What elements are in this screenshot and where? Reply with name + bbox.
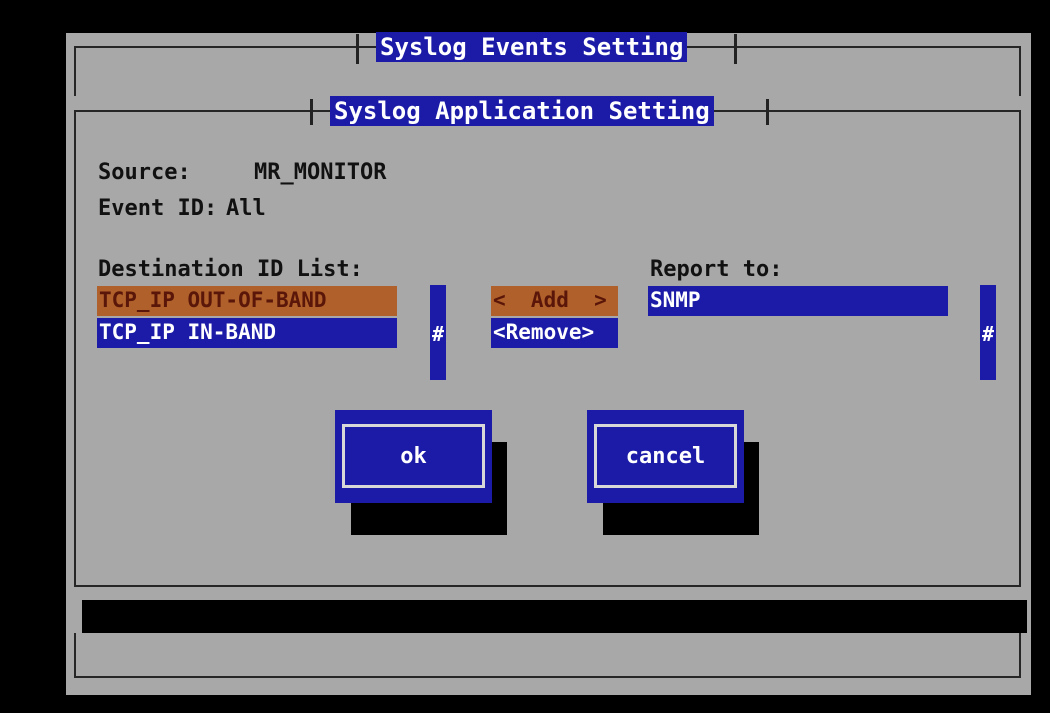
- event-id-label: Event ID:: [98, 196, 218, 221]
- outer-frame-left: [74, 46, 76, 96]
- outer-title: Syslog Events Setting: [376, 32, 688, 62]
- inner-title-right-tick: [766, 99, 769, 125]
- outer-title-left-tick: [356, 34, 359, 64]
- destination-item-in-band[interactable]: TCP_IP IN-BAND: [97, 318, 397, 348]
- inner-frame-right: [1019, 110, 1021, 587]
- destination-item-out-of-band[interactable]: TCP_IP OUT-OF-BAND: [97, 286, 397, 316]
- inner-frame-left: [74, 110, 76, 587]
- report-scrollbar[interactable]: #: [980, 285, 996, 380]
- event-id-value: All: [226, 196, 266, 221]
- source-value: MR_MONITOR: [254, 160, 387, 185]
- screen: Syslog Events Setting Syslog Application…: [0, 0, 1050, 713]
- remove-button[interactable]: <Remove>: [491, 318, 618, 348]
- ok-button[interactable]: ok: [342, 424, 485, 488]
- inner-title: Syslog Application Setting: [330, 96, 714, 126]
- scroll-thumb-icon: #: [981, 322, 995, 346]
- add-button[interactable]: < Add >: [491, 286, 618, 316]
- cancel-button[interactable]: cancel: [594, 424, 737, 488]
- outer-title-right-tick: [734, 34, 737, 64]
- source-label: Source:: [98, 160, 191, 185]
- bottom-frame-right: [1019, 633, 1021, 678]
- status-bar: [82, 600, 1027, 633]
- report-item-snmp[interactable]: SNMP: [648, 286, 948, 316]
- destination-list-label: Destination ID List:: [98, 257, 363, 282]
- scroll-thumb-icon: #: [431, 322, 445, 346]
- report-to-label: Report to:: [650, 257, 783, 282]
- bottom-frame-left: [74, 633, 76, 678]
- syslog-events-panel: [66, 33, 1031, 695]
- inner-title-left-tick: [310, 99, 313, 125]
- destination-scrollbar[interactable]: #: [430, 285, 446, 380]
- outer-frame-right: [1019, 46, 1021, 96]
- bottom-frame-bottom: [74, 676, 1021, 678]
- inner-frame-bottom: [74, 585, 1021, 587]
